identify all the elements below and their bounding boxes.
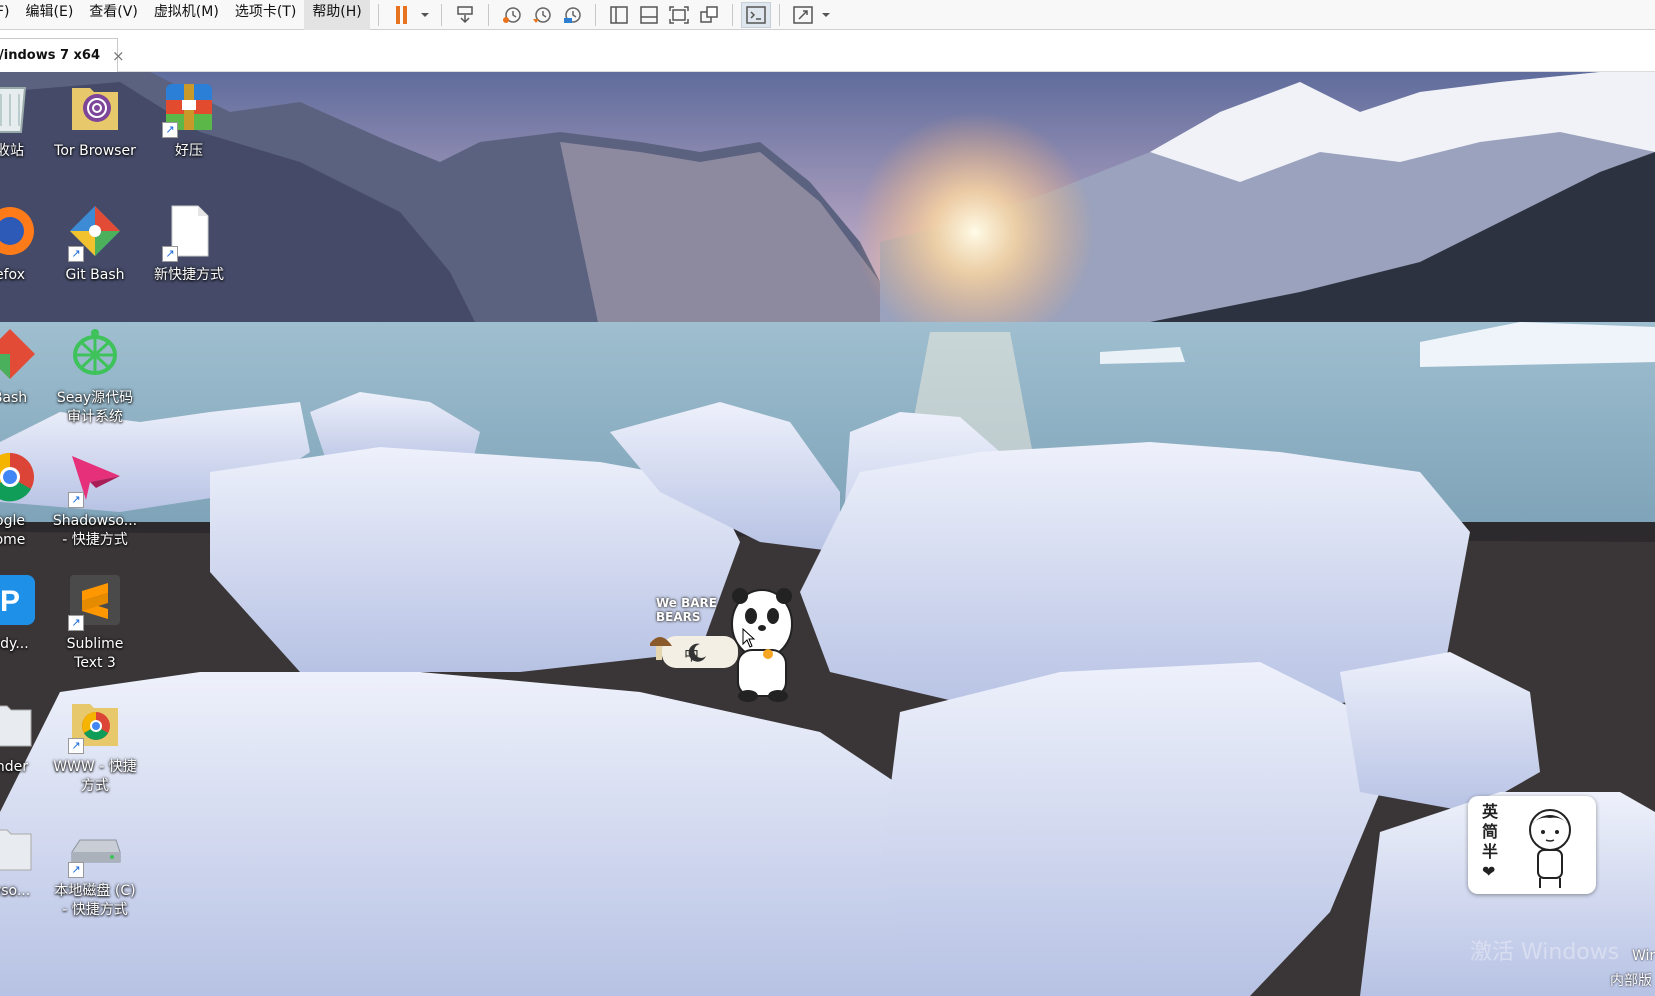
desktop-icon-seay[interactable]: Seay源代码 审计系统 [47,325,143,427]
seay-turtle-icon [66,325,124,383]
hard-drive-icon: ↗ [66,818,124,878]
console-icon[interactable] [740,1,771,28]
toolbar-separator [778,3,780,26]
toolbar-separator [487,3,489,26]
pause-icon[interactable] [387,2,417,28]
vm-tab[interactable]: /indows 7 x64 × [0,38,125,72]
svg-text:P: P [0,585,20,618]
we-bare-bears-widget[interactable]: We BARE BEARS 中 [648,584,800,704]
tor-browser-icon [66,78,124,136]
vm-tab-label: /indows 7 x64 [0,48,101,63]
chrome-folder-icon: ↗ [66,694,124,754]
ime-mode-labels: 英 简 半 ❤ [1482,802,1499,881]
wallpaper-image [0,72,1655,996]
git-bash-icon [0,325,39,383]
paper-plane-icon: ↗ [66,448,124,508]
shortcut-arrow-icon: ↗ [68,738,84,754]
desktop-icon-sublime[interactable]: ↗ Sublime Text 3 [47,571,143,673]
menu-tabs[interactable]: 选项卡(T) [227,0,304,30]
menu-vm[interactable]: 虚拟机(M) [146,0,227,30]
activation-watermark: 激活 Windows [1470,940,1620,965]
recycle-bin-icon [0,78,39,136]
shortcut-arrow-icon: ↗ [68,862,84,878]
menu-file[interactable]: F) [0,0,18,30]
build-info-text: 内部版 [1610,973,1652,989]
library-view-icon[interactable] [604,2,634,28]
menu-view[interactable]: 查看(V) [81,0,146,30]
stretch-icon[interactable] [788,2,818,28]
ime-status-widget[interactable]: 英 简 半 ❤ [1468,796,1596,894]
cartoon-character-icon [1529,809,1571,888]
thumbnail-view-icon[interactable] [634,2,664,28]
close-icon[interactable]: × [112,47,125,65]
desktop-icon-haozip[interactable]: ↗ 好压 [141,78,237,161]
snapshot-icon[interactable] [497,2,527,28]
desktop-icon-tor-browser[interactable]: Tor Browser [47,78,143,161]
we-bare-bears-logo: We BARE BEARS [656,596,717,624]
desktop-icon-www[interactable]: ↗ WWW - 快捷 方式 [47,694,143,796]
windows-version-text: Wir [1632,948,1655,964]
unity-icon[interactable] [694,2,724,28]
shortcut-arrow-icon: ↗ [162,246,178,262]
stretch-dropdown-icon[interactable] [818,2,834,28]
desktop-icon-new-shortcut[interactable]: ↗ 新快捷方式 [141,202,237,285]
shortcut-arrow-icon: ↗ [68,246,84,262]
chrome-icon [0,448,39,506]
toolbar-separator [440,3,442,26]
dropdown-icon[interactable] [417,2,433,28]
phpstudy-icon: P [0,571,39,629]
menu-help[interactable]: 帮助(H) [304,0,370,30]
desktop-icon-git-bash[interactable]: ↗ Git Bash [47,202,143,285]
desktop-icon-shadowsocks[interactable]: ↗ Shadowso... - 快捷方式 [47,448,143,550]
send-keys-icon[interactable] [450,2,480,28]
firefox-icon [0,202,39,260]
toolbar-separator [594,3,596,26]
toolbar-separator [731,3,733,26]
folder-icon [0,694,39,752]
blank-file-icon: ↗ [160,202,218,262]
shortcut-arrow-icon: ↗ [68,615,84,631]
shortcut-arrow-icon: ↗ [162,122,178,138]
mouse-cursor-icon [742,628,756,648]
menu-edit[interactable]: 编辑(E) [18,0,82,30]
guest-desktop[interactable]: 收站 Tor Browser ↗ 好压 efox ↗ Git Bash ↗ 新快… [0,72,1655,996]
host-menubar: F) 编辑(E) 查看(V) 虚拟机(M) 选项卡(T) 帮助(H) [0,0,1655,30]
folder-icon [0,818,39,876]
revert-snapshot-icon[interactable] [527,2,557,28]
sublime-text-icon: ↗ [66,571,124,631]
git-bash-icon: ↗ [66,202,124,262]
shortcut-arrow-icon: ↗ [68,492,84,508]
snapshot-manager-icon[interactable] [557,2,587,28]
haozip-icon: ↗ [160,78,218,138]
desktop-icon-local-disk[interactable]: ↗ 本地磁盘 (C) - 快捷方式 [47,818,143,920]
toolbar-separator [377,3,379,26]
ime-mode-indicator[interactable]: 中 [684,644,699,665]
fullscreen-icon[interactable] [664,2,694,28]
vm-tab-strip: /indows 7 x64 × [0,30,1655,72]
